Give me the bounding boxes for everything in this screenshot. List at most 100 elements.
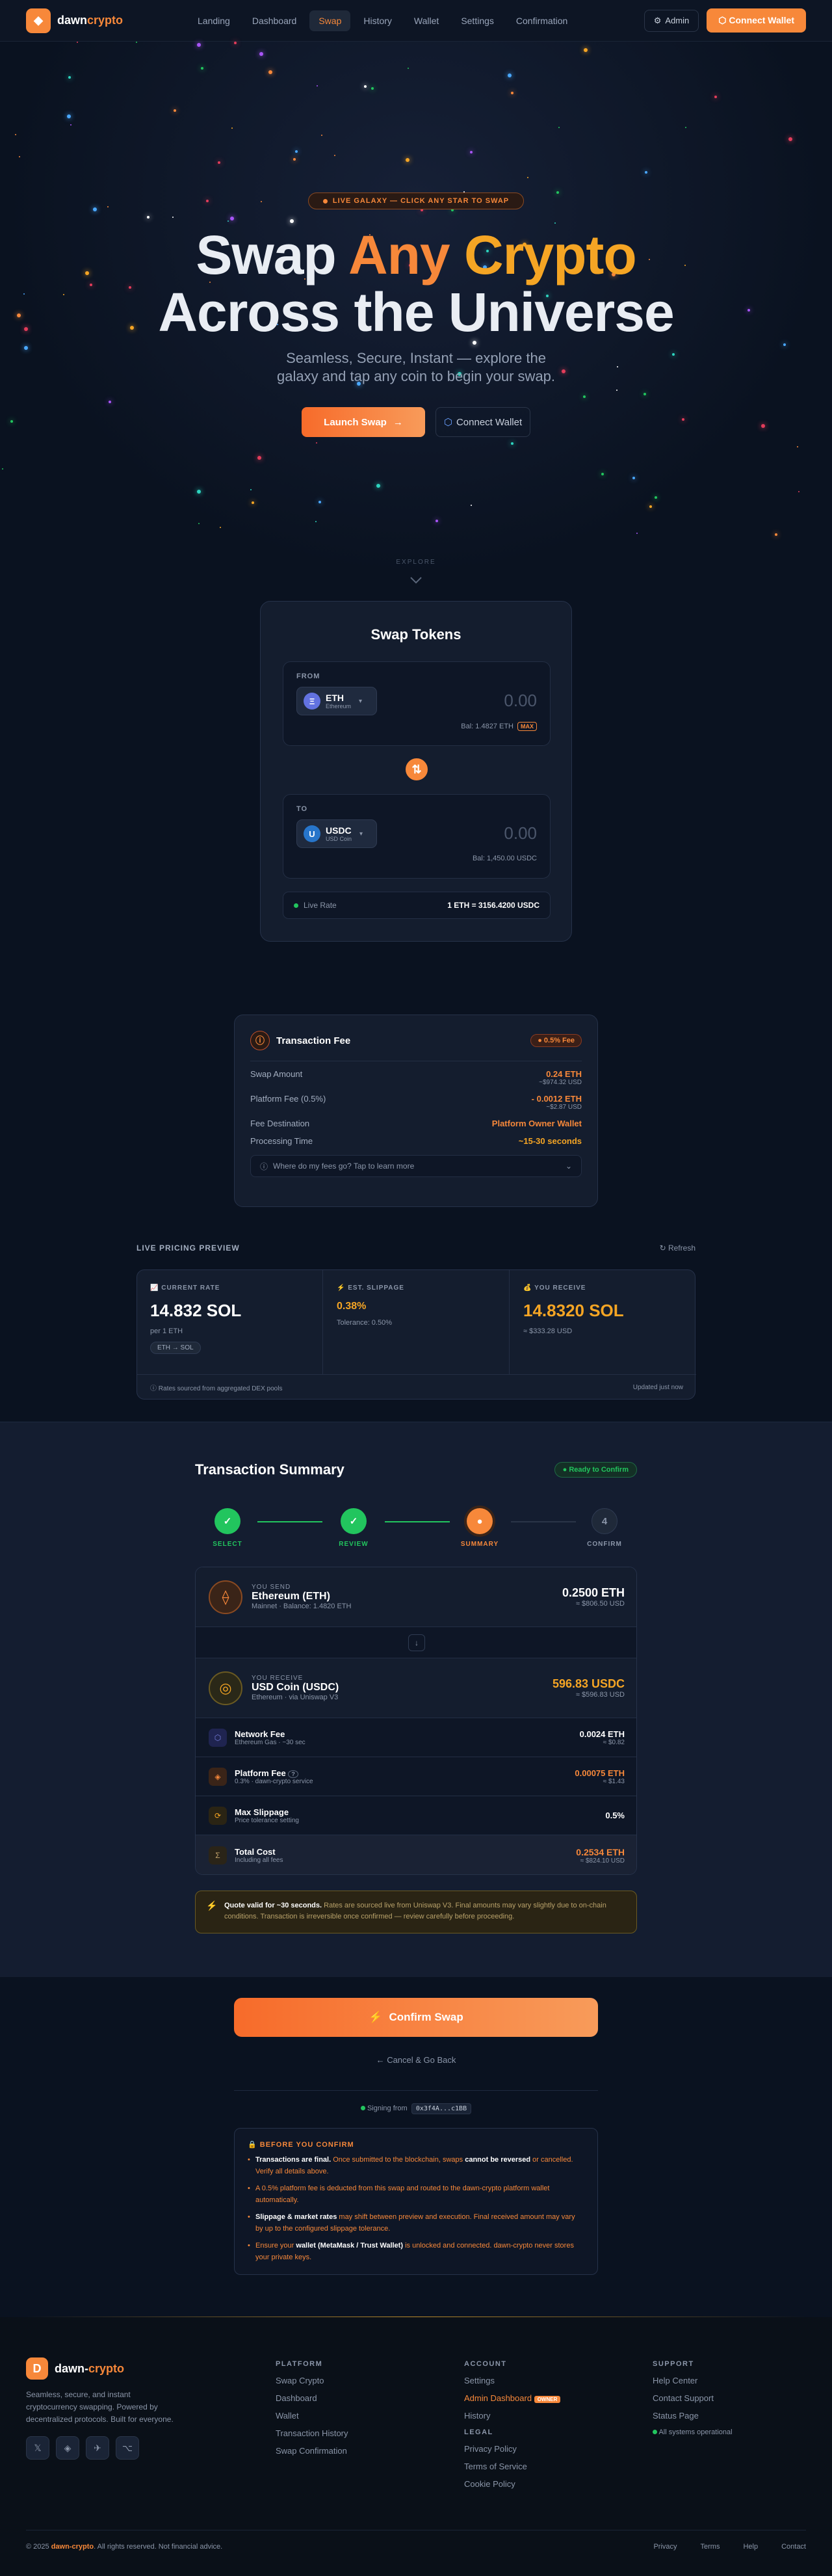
star[interactable] (261, 201, 262, 202)
star[interactable] (315, 521, 317, 522)
star[interactable] (775, 533, 777, 536)
launch-swap-button[interactable]: Launch Swap → (302, 407, 425, 437)
star[interactable] (250, 489, 252, 490)
star[interactable] (206, 200, 209, 202)
star[interactable] (68, 76, 71, 79)
star[interactable] (259, 52, 263, 56)
star[interactable] (15, 134, 16, 135)
star[interactable] (295, 150, 298, 153)
star[interactable] (616, 390, 618, 391)
star[interactable] (511, 442, 514, 445)
confirm-swap-button[interactable]: ⚡ Confirm Swap (234, 1998, 598, 2037)
star[interactable] (198, 523, 200, 524)
star[interactable] (788, 137, 792, 141)
star[interactable] (601, 473, 604, 475)
bottom-link-privacy[interactable]: Privacy (653, 2543, 677, 2551)
telegram-icon[interactable]: ✈ (86, 2436, 109, 2460)
footer-link[interactable]: Wallet (276, 2411, 348, 2421)
star[interactable] (252, 501, 254, 504)
nav-landing[interactable]: Landing (188, 10, 239, 31)
nav-history[interactable]: History (354, 10, 401, 31)
star[interactable] (257, 456, 261, 460)
star[interactable] (109, 401, 111, 403)
footer-link[interactable]: Transaction History (276, 2428, 348, 2438)
star[interactable] (511, 92, 514, 94)
star[interactable] (645, 171, 647, 174)
star[interactable] (583, 395, 586, 398)
footer-link[interactable]: Cookie Policy (464, 2479, 560, 2489)
footer-link[interactable]: Status Page (653, 2411, 733, 2421)
star[interactable] (174, 109, 176, 112)
admin-button[interactable]: ⚙ Admin (644, 9, 699, 32)
connect-wallet-button[interactable]: ⬡ Connect Wallet (707, 8, 806, 33)
nav-settings[interactable]: Settings (452, 10, 503, 31)
star[interactable] (436, 520, 438, 522)
star[interactable] (230, 217, 234, 220)
star[interactable] (406, 158, 410, 162)
star[interactable] (632, 477, 635, 479)
star[interactable] (201, 67, 203, 70)
star[interactable] (218, 161, 220, 164)
star[interactable] (636, 533, 638, 534)
bottom-link-terms[interactable]: Terms (701, 2543, 720, 2551)
star[interactable] (77, 42, 78, 43)
nav-swap[interactable]: Swap (309, 10, 351, 31)
help-icon[interactable]: ? (288, 1770, 298, 1778)
twitter-x-icon[interactable]: 𝕏 (26, 2436, 49, 2460)
footer-link[interactable]: Swap Confirmation (276, 2446, 348, 2456)
star[interactable] (649, 505, 652, 508)
star[interactable] (318, 501, 321, 503)
star[interactable] (371, 87, 374, 90)
star[interactable] (172, 217, 174, 218)
star[interactable] (644, 393, 646, 395)
star[interactable] (798, 491, 800, 492)
flip-tokens-button[interactable]: ⇅ (404, 756, 430, 782)
star[interactable] (655, 496, 657, 499)
star[interactable] (107, 206, 109, 207)
from-token-select[interactable]: Ξ ETH Ethereum ▾ (296, 687, 377, 715)
star[interactable] (70, 124, 72, 126)
star[interactable] (2, 468, 3, 470)
footer-logo[interactable]: Ddawn-crypto (26, 2357, 182, 2380)
nav-wallet[interactable]: Wallet (405, 10, 448, 31)
star[interactable] (584, 48, 588, 52)
footer-link[interactable]: Privacy Policy (464, 2444, 560, 2454)
nav-confirmation[interactable]: Confirmation (507, 10, 577, 31)
star[interactable] (321, 135, 322, 136)
footer-link[interactable]: Swap Crypto (276, 2376, 348, 2385)
max-button[interactable]: MAX (517, 722, 537, 731)
star[interactable] (197, 490, 201, 494)
to-token-select[interactable]: U USDC USD Coin ▾ (296, 819, 377, 848)
star[interactable] (558, 127, 560, 128)
star[interactable] (471, 505, 472, 506)
hero-connect-wallet-button[interactable]: ⬡ Connect Wallet (436, 407, 530, 437)
star[interactable] (685, 127, 686, 128)
footer-link[interactable]: Settings (464, 2376, 560, 2385)
star[interactable] (334, 155, 335, 156)
star[interactable] (714, 96, 717, 98)
refresh-button[interactable]: ↻ Refresh (660, 1243, 696, 1253)
star[interactable] (316, 442, 317, 444)
star[interactable] (293, 158, 296, 161)
footer-link[interactable]: Terms of Service (464, 2462, 560, 2471)
chevron-down-icon[interactable] (408, 572, 424, 588)
star[interactable] (797, 446, 798, 447)
github-icon[interactable]: ⌥ (116, 2436, 139, 2460)
star[interactable] (231, 127, 233, 129)
star[interactable] (290, 219, 294, 223)
fee-learn-more[interactable]: ⓘ Where do my fees go? Tap to learn more ⌄ (250, 1155, 582, 1177)
star[interactable] (234, 42, 237, 44)
star[interactable] (147, 216, 150, 219)
star[interactable] (93, 207, 97, 211)
footer-link[interactable]: Contact Support (653, 2393, 733, 2403)
footer-link[interactable]: Help Center (653, 2376, 733, 2385)
star[interactable] (317, 85, 318, 86)
footer-link[interactable]: Dashboard (276, 2393, 348, 2403)
star[interactable] (67, 114, 71, 118)
star[interactable] (761, 424, 765, 428)
star[interactable] (19, 156, 20, 157)
star[interactable] (268, 70, 272, 74)
bottom-link-contact[interactable]: Contact (781, 2543, 806, 2551)
star[interactable] (556, 191, 559, 194)
footer-link-admin[interactable]: Admin Dashboard OWNER (464, 2393, 561, 2403)
